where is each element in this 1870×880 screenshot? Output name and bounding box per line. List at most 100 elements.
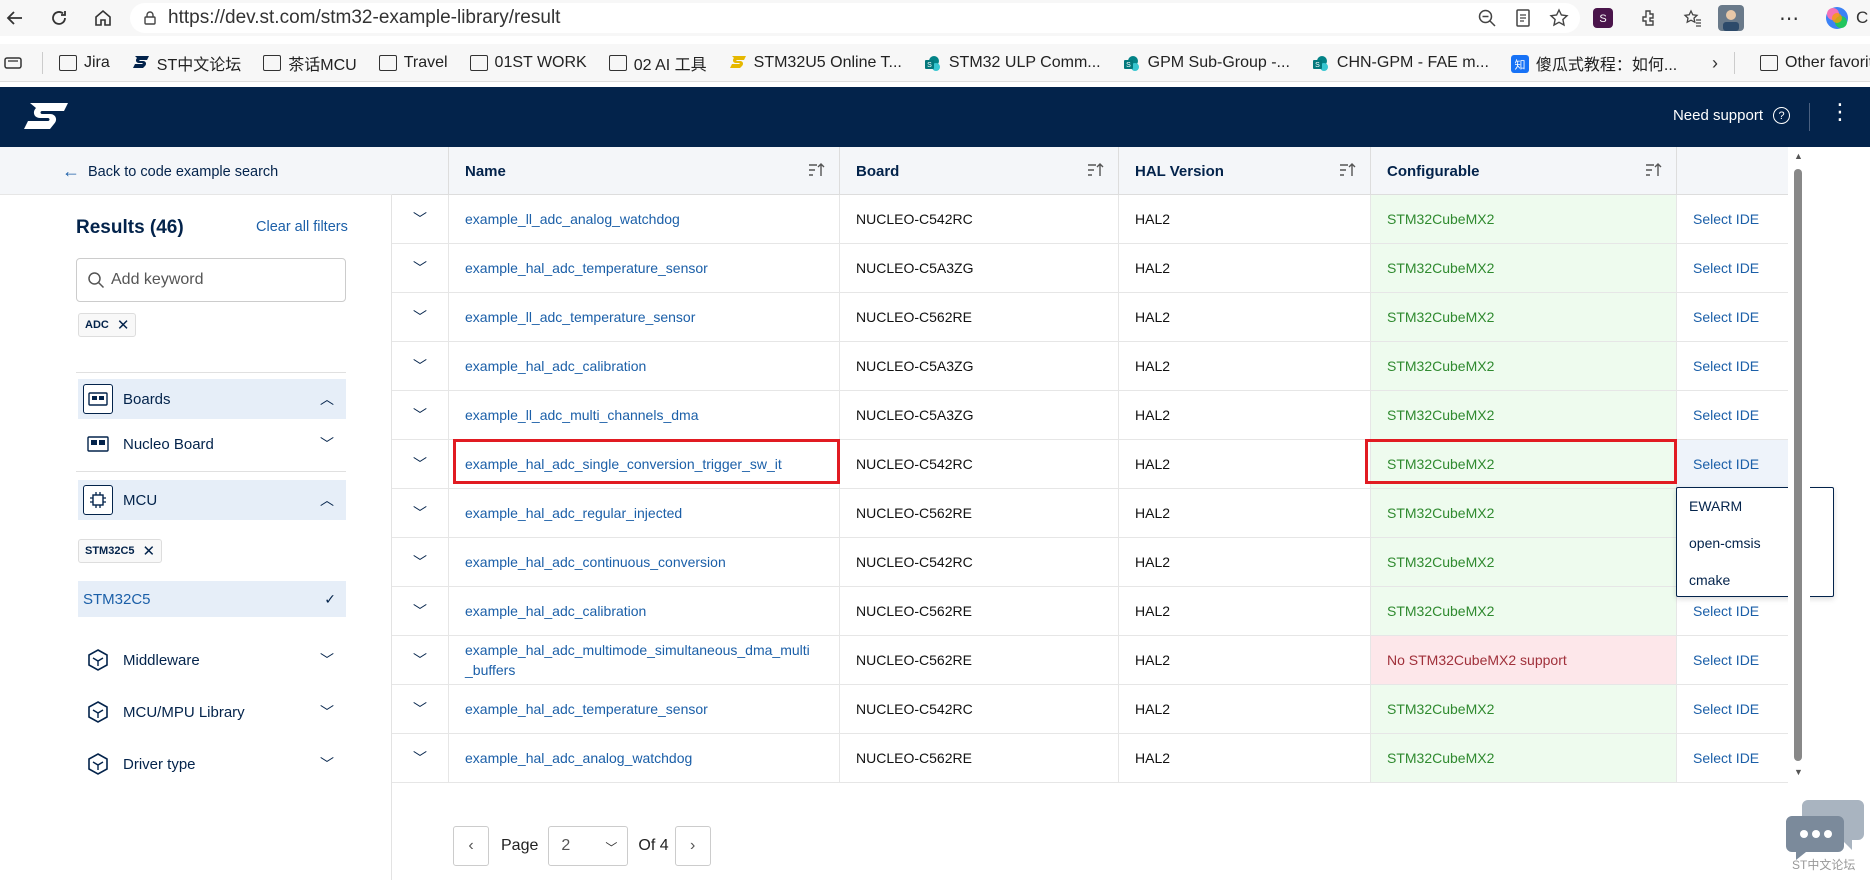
select-ide-button[interactable]: Select IDE — [1677, 244, 1788, 292]
scrollbar-thumb[interactable] — [1794, 169, 1802, 761]
example-name-link[interactable]: example_ll_adc_temperature_sensor — [449, 293, 840, 341]
sort-icon[interactable] — [1338, 161, 1356, 179]
extension-slack-icon[interactable]: S — [1590, 5, 1616, 31]
expand-row-chevron-icon[interactable]: ﹀ — [392, 391, 449, 439]
clear-all-filters-link[interactable]: Clear all filters — [256, 219, 348, 235]
expand-row-chevron-icon[interactable]: ﹀ — [392, 342, 449, 390]
bookmark-item[interactable]: 02 AI 工具 — [608, 51, 707, 75]
extensions-icon[interactable] — [1636, 5, 1662, 31]
expand-row-chevron-icon[interactable]: ﹀ — [392, 440, 449, 488]
expand-row-chevron-icon[interactable]: ﹀ — [392, 293, 449, 341]
bookmark-item[interactable]: 茶话MCU — [263, 51, 357, 75]
select-ide-button[interactable]: Select IDE — [1677, 440, 1788, 488]
example-name-link[interactable]: example_ll_adc_multi_channels_dma — [449, 391, 840, 439]
expand-row-chevron-icon[interactable]: ﹀ — [392, 685, 449, 733]
table-row: ﹀ example_hal_adc_temperature_sensor NUCLE… — [392, 685, 1788, 734]
site-info-icon[interactable] — [142, 10, 158, 26]
page-total-label: Of 4 — [638, 837, 669, 854]
example-name-link[interactable]: example_hal_adc_multimode_simultaneous_d… — [449, 636, 840, 684]
bookmark-item[interactable]: S CHN-GPM - FAE m... — [1312, 54, 1489, 72]
home-icon[interactable] — [88, 3, 118, 33]
filter-option-stm32c5[interactable]: STM32C5 ✓ — [78, 581, 346, 617]
select-ide-button[interactable]: Select IDE — [1677, 636, 1788, 684]
scroll-up-icon[interactable]: ▲ — [1794, 151, 1803, 161]
refresh-icon[interactable] — [44, 3, 74, 33]
reading-view-icon[interactable] — [1510, 5, 1536, 31]
filter-nucleo-board[interactable]: Nucleo Board ﹀ — [78, 426, 346, 462]
select-ide-button[interactable]: Select IDE — [1677, 293, 1788, 341]
expand-row-chevron-icon[interactable]: ﹀ — [392, 636, 449, 684]
bookmark-item[interactable]: S GPM Sub-Group -... — [1123, 54, 1290, 72]
example-name-link[interactable]: example_hal_adc_continuous_conversion — [449, 538, 840, 586]
favorite-star-icon[interactable] — [1546, 5, 1572, 31]
example-name-link[interactable]: example_hal_adc_calibration — [449, 342, 840, 390]
filter-driver-type[interactable]: Driver type ﹀ — [78, 744, 346, 784]
table-scrollbar[interactable]: ▲ ▼ — [1788, 147, 1810, 783]
back-to-search-link[interactable]: ← Back to code example search — [62, 161, 278, 182]
sort-icon[interactable] — [1644, 161, 1662, 179]
column-header-name[interactable]: Name — [449, 147, 840, 195]
tab-actions-icon[interactable] — [4, 55, 22, 71]
expand-row-chevron-icon[interactable]: ﹀ — [392, 587, 449, 635]
st-logo-icon[interactable] — [22, 101, 70, 131]
bookmark-item[interactable]: Jira — [59, 54, 110, 72]
expand-row-chevron-icon[interactable]: ﹀ — [392, 489, 449, 537]
example-name-link[interactable]: example_hal_adc_regular_injected — [449, 489, 840, 537]
bookmark-item[interactable]: 知傻瓜式教程：如何... — [1510, 51, 1677, 75]
zoom-out-icon[interactable] — [1474, 5, 1500, 31]
example-name-link[interactable]: example_ll_adc_analog_watchdog — [449, 195, 840, 243]
copilot-icon[interactable] — [1822, 5, 1852, 31]
sort-icon[interactable] — [1086, 161, 1104, 179]
bookmark-item[interactable]: Travel — [378, 54, 448, 72]
ide-option-ewarm[interactable]: EWARM — [1689, 498, 1742, 514]
expand-row-chevron-icon[interactable]: ﹀ — [392, 195, 449, 243]
expand-row-chevron-icon[interactable]: ﹀ — [392, 538, 449, 586]
chevron-right-icon[interactable]: › — [1712, 53, 1718, 74]
example-name-link[interactable]: example_hal_adc_temperature_sensor — [449, 685, 840, 733]
select-ide-button[interactable]: Select IDE — [1677, 685, 1788, 733]
filter-middleware[interactable]: Middleware ﹀ — [78, 640, 346, 680]
next-page-button[interactable]: › — [674, 826, 711, 866]
column-header-board[interactable]: Board — [840, 147, 1119, 195]
select-ide-button[interactable]: Select IDE — [1677, 195, 1788, 243]
hal-cell: HAL2 — [1119, 342, 1371, 390]
profile-avatar[interactable] — [1718, 5, 1744, 31]
bookmark-item[interactable]: ST中文论坛 — [132, 51, 241, 75]
bookmark-item[interactable]: S STM32 ULP Comm... — [924, 54, 1101, 72]
folder-icon — [1760, 55, 1778, 71]
favorites-icon[interactable] — [1680, 5, 1706, 31]
select-ide-button[interactable]: Select IDE — [1677, 734, 1788, 782]
ide-option-open-cmsis[interactable]: open-cmsis — [1689, 535, 1761, 551]
board-icon — [83, 384, 113, 414]
expand-row-chevron-icon[interactable]: ﹀ — [392, 734, 449, 782]
bookmark-item[interactable]: 01ST WORK — [469, 54, 587, 72]
page-select[interactable]: 2 ﹀ — [548, 826, 629, 866]
keyword-input[interactable]: Add keyword — [76, 258, 346, 302]
example-name-link[interactable]: example_hal_adc_analog_watchdog — [449, 734, 840, 782]
more-options-icon[interactable]: ⋮ — [1829, 99, 1852, 125]
filter-mcu-header[interactable]: MCU ︿ — [78, 480, 346, 520]
example-name-link[interactable]: example_hal_adc_calibration — [449, 587, 840, 635]
need-support-link[interactable]: Need support ? — [1673, 107, 1790, 124]
prev-page-button[interactable]: ‹ — [453, 826, 489, 866]
folder-icon — [378, 54, 397, 71]
other-favorites[interactable]: Other favorites — [1760, 54, 1870, 72]
column-header-hal-version[interactable]: HAL Version — [1119, 147, 1371, 195]
bookmark-item[interactable]: STM32U5 Online T... — [729, 54, 902, 72]
expand-row-chevron-icon[interactable]: ﹀ — [392, 244, 449, 292]
scroll-down-icon[interactable]: ▼ — [1794, 767, 1803, 777]
table-row: ﹀ example_ll_adc_temperature_sensor NUCLEO… — [392, 293, 1788, 342]
example-name-link[interactable]: example_hal_adc_temperature_sensor — [449, 244, 840, 292]
ide-option-cmake[interactable]: cmake — [1689, 572, 1730, 588]
select-ide-button[interactable]: Select IDE — [1677, 391, 1788, 439]
back-arrow-icon[interactable] — [0, 3, 30, 33]
filter-mcu-mpu-library[interactable]: MCU/MPU Library ﹀ — [78, 692, 346, 732]
more-menu-icon[interactable]: ⋯ — [1776, 5, 1802, 31]
url-bar[interactable]: https://dev.st.com/stm32-example-library… — [130, 3, 1580, 33]
filter-boards-header[interactable]: Boards ︿ — [78, 379, 346, 419]
close-icon[interactable]: ✕ — [117, 316, 130, 334]
column-header-configurable[interactable]: Configurable — [1371, 147, 1677, 195]
close-icon[interactable]: ✕ — [143, 542, 156, 560]
sort-icon[interactable] — [807, 161, 825, 179]
select-ide-button[interactable]: Select IDE — [1677, 342, 1788, 390]
